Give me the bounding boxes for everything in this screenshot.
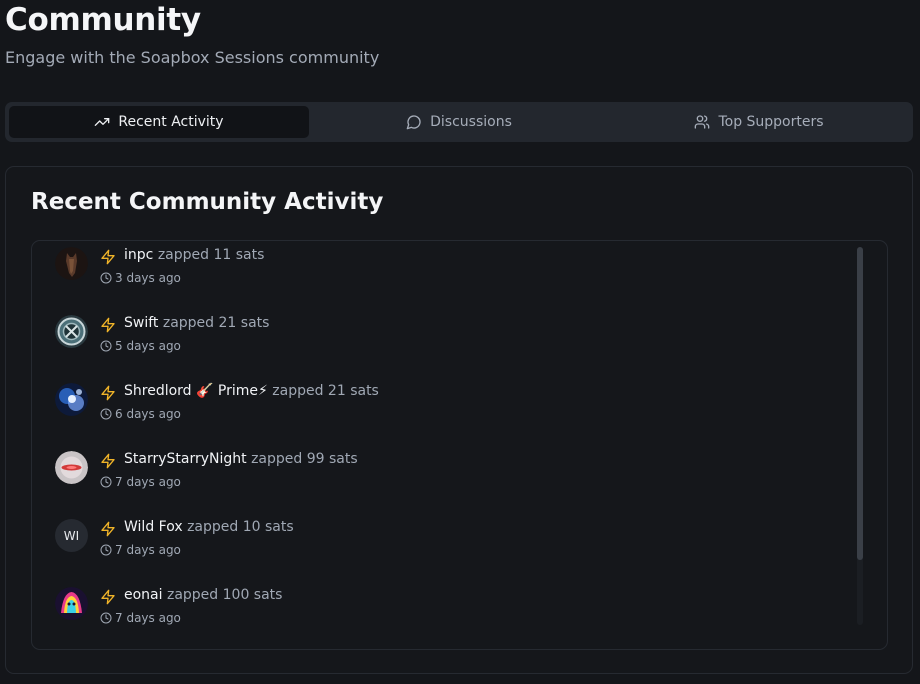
compass-avatar-image	[55, 315, 88, 348]
clock-icon	[100, 272, 112, 284]
zap-icon	[101, 317, 115, 333]
page-subtitle: Engage with the Soapbox Sessions communi…	[5, 48, 380, 67]
community-tabs: Recent Activity Discussions Top Supporte…	[5, 102, 913, 142]
tab-label: Recent Activity	[118, 114, 224, 130]
activity-item: Shredlord 🎸 Prime⚡ zapped 21 sats 6 days…	[55, 381, 835, 441]
avatar[interactable]	[55, 451, 88, 484]
activity-time: 3 days ago	[115, 271, 181, 285]
avatar[interactable]	[55, 247, 88, 280]
page-title: Community	[5, 2, 201, 38]
activity-card: Recent Community Activity inpc zapped 11…	[5, 166, 913, 674]
activity-username[interactable]: StarryStarryNight	[124, 451, 247, 467]
tab-recent-activity[interactable]: Recent Activity	[9, 106, 309, 138]
activity-action: zapped 11 sats	[157, 247, 265, 263]
clock-icon	[100, 612, 112, 624]
clock-icon	[100, 340, 112, 352]
activity-action: zapped 99 sats	[251, 451, 358, 467]
clock-icon	[100, 544, 112, 556]
avatar[interactable]	[55, 315, 88, 348]
activity-action: zapped 10 sats	[187, 519, 294, 535]
zap-icon	[101, 589, 115, 605]
activity-action: zapped 21 sats	[162, 315, 270, 331]
rainbow-avatar-image	[55, 587, 88, 620]
activity-username[interactable]: Shredlord 🎸 Prime⚡	[124, 383, 268, 399]
avatar-initials: WI	[63, 528, 80, 543]
scrollbar-track[interactable]	[857, 247, 863, 625]
avatar[interactable]	[55, 383, 88, 416]
tab-label: Top Supporters	[718, 114, 824, 130]
activity-item: inpc zapped 11 sats 3 days ago	[55, 245, 835, 305]
zap-icon	[101, 249, 115, 265]
activity-time: 7 days ago	[115, 475, 181, 489]
activity-username[interactable]: Wild Fox	[124, 519, 183, 535]
activity-time: 7 days ago	[115, 611, 181, 625]
activity-item: WI Wild Fox zapped 10 sats 7 days ago	[55, 517, 835, 577]
swirl-avatar-image	[55, 451, 88, 484]
scrollbar-thumb[interactable]	[857, 247, 863, 560]
clock-icon	[100, 476, 112, 488]
activity-time: 6 days ago	[115, 407, 181, 421]
tab-label: Discussions	[430, 114, 512, 130]
message-circle-icon	[406, 115, 421, 130]
avatar[interactable]: WI	[55, 519, 88, 552]
activity-username[interactable]: eonai	[124, 587, 163, 603]
activity-item: eonai zapped 100 sats 7 days ago	[55, 585, 835, 645]
horse-avatar-image	[55, 247, 88, 280]
activity-scroll-area[interactable]: inpc zapped 11 sats 3 days ago Swift zap…	[31, 240, 888, 650]
tab-discussions[interactable]: Discussions	[309, 106, 609, 138]
activity-action: zapped 100 sats	[166, 587, 283, 603]
activity-time: 5 days ago	[115, 339, 181, 353]
activity-time: 7 days ago	[115, 543, 181, 557]
nebula-avatar-image	[55, 383, 88, 416]
clock-icon	[100, 408, 112, 420]
activity-username[interactable]: inpc	[124, 247, 153, 263]
zap-icon	[101, 385, 115, 401]
activity-username[interactable]: Swift	[124, 315, 158, 331]
card-title: Recent Community Activity	[31, 189, 384, 215]
activity-action: zapped 21 sats	[272, 383, 379, 399]
activity-item: Swift zapped 21 sats 5 days ago	[55, 313, 835, 373]
tab-top-supporters[interactable]: Top Supporters	[609, 106, 909, 138]
zap-icon	[101, 453, 115, 469]
avatar[interactable]	[55, 587, 88, 620]
users-icon	[695, 115, 710, 129]
activity-item: StarryStarryNight zapped 99 sats 7 days …	[55, 449, 835, 509]
zap-icon	[101, 521, 115, 537]
trending-up-icon	[95, 118, 110, 126]
